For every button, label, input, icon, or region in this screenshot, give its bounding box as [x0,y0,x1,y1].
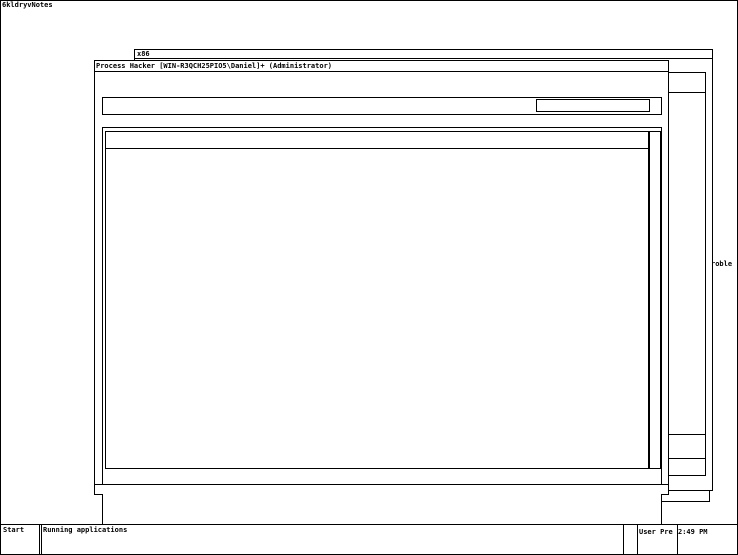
window-title: Process Hacker [WIN-R3QCH25PIO5\Daniel]+… [96,62,333,70]
tray-divider-2 [637,525,638,554]
background-window-inner-divider-2 [668,434,706,435]
start-divider-2 [41,525,42,554]
background-window-titlebar-divider [134,58,713,59]
process-list[interactable] [105,131,649,469]
process-hacker-window[interactable]: Process Hacker [WIN-R3QCH25PIO5\Daniel]+… [94,60,669,530]
statusbar [95,485,668,494]
start-button[interactable]: Start [3,526,24,534]
background-window-title: x86 [137,50,150,58]
background-window-inner-panel [668,72,706,476]
tab-container [102,127,662,530]
desktop-corner-label: 6kldryvNotes [2,1,53,9]
vertical-scrollbar[interactable] [649,131,661,469]
search-input[interactable] [536,99,650,112]
taskbar: Start Running applications User Pre 2:49… [0,524,738,555]
running-applications-label: Running applications [43,526,128,534]
background-window-inner-divider-1 [668,92,706,93]
clock[interactable]: 2:49 PM [678,528,708,536]
background-window-inner-divider-3 [668,458,706,459]
tray-divider-1 [623,525,624,554]
background-window-partial-text: roble [711,260,733,268]
list-header-divider [106,148,648,149]
user-button[interactable]: User Pre [639,528,673,536]
title-divider [95,71,668,72]
start-divider [39,525,40,554]
